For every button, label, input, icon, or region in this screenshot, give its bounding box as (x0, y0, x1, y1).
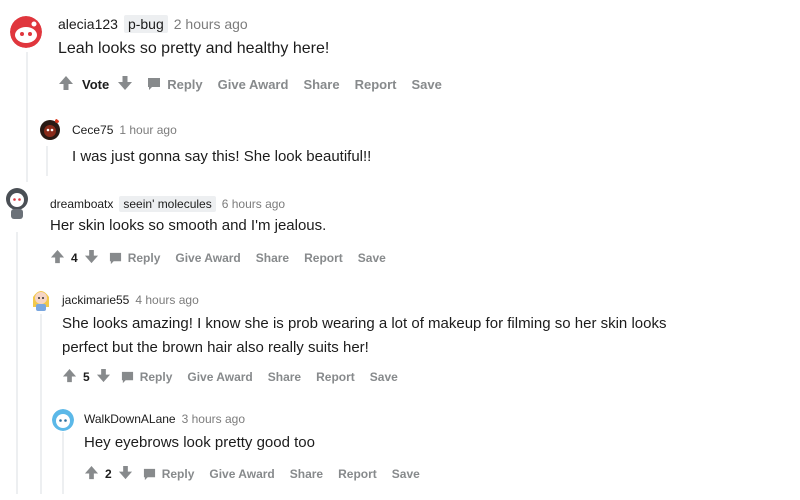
timestamp[interactable]: 4 hours ago (135, 293, 198, 307)
vote-count: 5 (83, 370, 90, 384)
timestamp[interactable]: 6 hours ago (222, 197, 285, 211)
avatar[interactable] (10, 16, 42, 48)
vote-count: 2 (105, 467, 112, 481)
give-award-button[interactable]: Give Award (218, 77, 289, 92)
timestamp[interactable]: 1 hour ago (119, 123, 176, 137)
comment-meta: WalkDownALane 3 hours ago (84, 412, 245, 426)
avatar[interactable] (30, 287, 52, 311)
comment-body: Leah looks so pretty and healthy here! (58, 40, 330, 57)
comment-bubble-icon (109, 252, 121, 264)
comment-meta: jackimarie55 4 hours ago (62, 293, 199, 307)
report-button[interactable]: Report (355, 77, 397, 92)
timestamp[interactable]: 2 hours ago (174, 16, 248, 32)
arrow-up-icon[interactable] (84, 465, 99, 483)
comment-actions: 5 Reply Give Award Share Report Save (62, 368, 413, 386)
give-award-button[interactable]: Give Award (187, 370, 252, 384)
reply-button[interactable]: Reply (109, 251, 161, 265)
comment-meta: Cece75 1 hour ago (72, 123, 177, 137)
arrow-down-icon[interactable] (117, 75, 133, 94)
username[interactable]: alecia123 (58, 16, 118, 32)
share-button[interactable]: Share (256, 251, 289, 265)
avatar[interactable] (38, 117, 62, 141)
share-button[interactable]: Share (268, 370, 301, 384)
comment-body-line: She looks amazing! I know she is prob we… (62, 315, 667, 332)
thread-line[interactable] (16, 232, 18, 494)
arrow-down-icon[interactable] (96, 368, 111, 386)
comment-bubble-icon (143, 468, 155, 480)
reply-button[interactable]: Reply (143, 467, 195, 481)
report-button[interactable]: Report (304, 251, 343, 265)
comment-actions: 4 Reply Give Award Share Report Save (50, 249, 401, 267)
username[interactable]: jackimarie55 (62, 293, 129, 307)
reply-label: Reply (127, 251, 161, 265)
comment-bubble-icon (121, 371, 133, 383)
save-button[interactable]: Save (411, 77, 441, 92)
reply-button[interactable]: Reply (147, 76, 203, 92)
share-button[interactable]: Share (290, 467, 323, 481)
thread-line[interactable] (26, 52, 28, 182)
reply-button[interactable]: Reply (121, 370, 173, 384)
arrow-down-icon[interactable] (84, 249, 99, 267)
user-flair: p-bug (123, 15, 168, 33)
save-button[interactable]: Save (358, 251, 386, 265)
report-button[interactable]: Report (316, 370, 355, 384)
timestamp[interactable]: 3 hours ago (182, 412, 245, 426)
reply-label: Reply (139, 370, 173, 384)
comment-actions: 2 Reply Give Award Share Report Save (84, 465, 435, 483)
username[interactable]: Cece75 (72, 123, 113, 137)
comment-body: Her skin looks so smooth and I'm jealous… (50, 217, 327, 234)
arrow-up-icon[interactable] (58, 75, 74, 94)
comment-meta: dreamboatx seein' molecules 6 hours ago (50, 196, 285, 212)
avatar[interactable] (52, 409, 74, 431)
comment-meta: alecia123 p-bug 2 hours ago (58, 15, 248, 33)
give-award-button[interactable]: Give Award (209, 467, 274, 481)
reply-label: Reply (167, 76, 203, 92)
vote-count: Vote (82, 76, 110, 92)
comment-body: She looks amazing! I know she is prob we… (62, 312, 666, 360)
comment-body: I was just gonna say this! She look beau… (72, 148, 372, 165)
thread-line[interactable] (46, 146, 48, 176)
comment-body: Hey eyebrows look pretty good too (84, 434, 315, 451)
comment-body-line: perfect but the brown hair also really s… (62, 339, 369, 356)
username[interactable]: WalkDownALane (84, 412, 176, 426)
arrow-up-icon[interactable] (62, 368, 77, 386)
vote-count: 4 (71, 251, 78, 265)
comment-actions: Vote Reply Give Award Share Report Save (58, 75, 457, 93)
reply-label: Reply (161, 467, 195, 481)
user-flair: seein' molecules (119, 196, 216, 212)
comment-bubble-icon (148, 78, 161, 90)
avatar[interactable] (4, 187, 30, 221)
save-button[interactable]: Save (392, 467, 420, 481)
username[interactable]: dreamboatx (50, 197, 113, 211)
report-button[interactable]: Report (338, 467, 377, 481)
give-award-button[interactable]: Give Award (175, 251, 240, 265)
share-button[interactable]: Share (303, 77, 339, 92)
arrow-up-icon[interactable] (50, 249, 65, 267)
arrow-down-icon[interactable] (118, 465, 133, 483)
thread-line[interactable] (40, 314, 42, 494)
save-button[interactable]: Save (370, 370, 398, 384)
thread-line[interactable] (62, 432, 64, 494)
